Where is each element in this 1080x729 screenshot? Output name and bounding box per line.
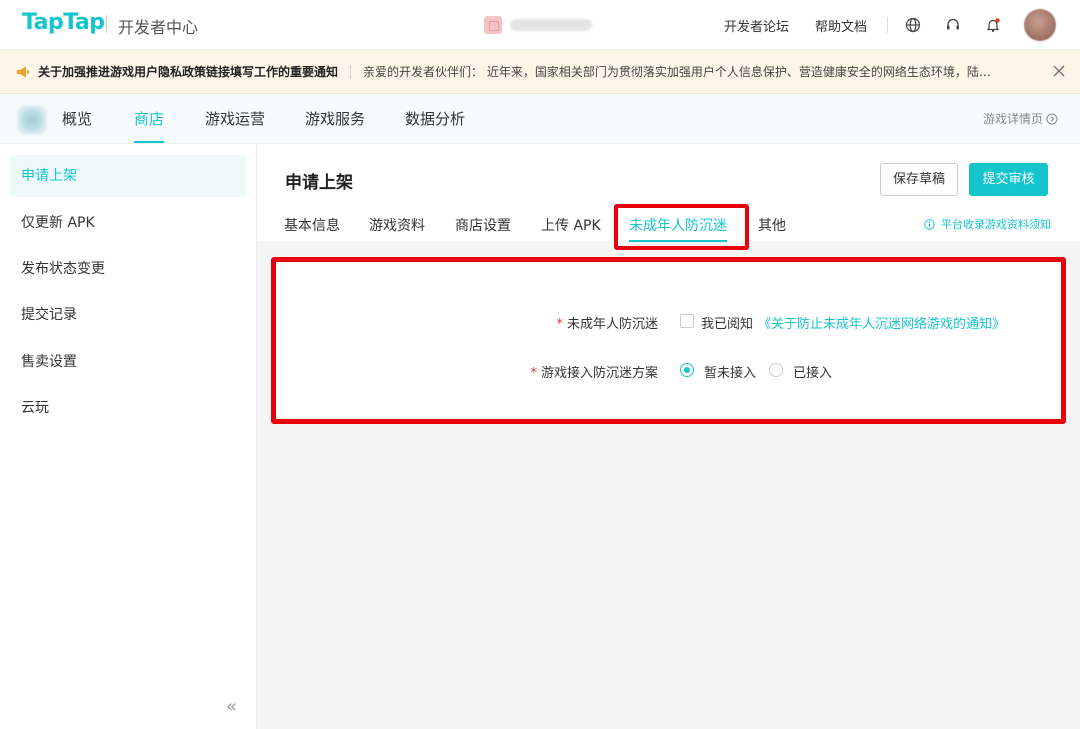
nav-game-services[interactable]: 游戏服务 [305,108,365,129]
developer-forum-link[interactable]: 开发者论坛 [724,16,789,35]
materials-guide-label: 平台收录游戏资料须知 [941,218,1051,231]
collapse-sidebar-icon[interactable]: « [226,696,237,717]
game-switcher[interactable] [484,15,592,35]
sidebar-item-update-apk[interactable]: 仅更新 APK [10,202,246,244]
sidebar-item-cloud-play[interactable]: 云玩 [10,387,246,429]
close-icon[interactable] [1052,64,1066,78]
sidebar-item-submission-records[interactable]: 提交记录 [10,294,246,336]
top-bar: TapTap 开发者中心 开发者论坛 帮助文档 [0,0,1080,50]
anti-addiction-label: * 未成年人防沉迷 [556,313,658,332]
game-detail-label: 游戏详情页 [982,112,1043,126]
developer-center-title: 开发者中心 [118,18,199,37]
announcement-divider [350,64,352,79]
tab-game-materials[interactable]: 游戏资料 [369,215,425,235]
user-avatar[interactable] [1024,9,1056,41]
top-nav-divider [887,17,888,33]
game-app-icon [484,16,502,34]
bell-icon[interactable] [984,16,1002,34]
globe-icon[interactable] [904,16,922,34]
sidebar-item-release-status[interactable]: 发布状态变更 [10,248,246,290]
sidebar: 申请上架 仅更新 APK 发布状态变更 提交记录 售卖设置 云玩 « [0,144,257,729]
radio-integrated[interactable] [769,363,783,377]
logo-divider [106,15,107,33]
tab-basic-info[interactable]: 基本信息 [284,215,340,235]
megaphone-icon [16,65,30,79]
sidebar-item-sales-settings[interactable]: 售卖设置 [10,341,246,383]
anti-addiction-form: * 未成年人防沉迷 我已阅知 《关于防止未成年人沉迷网络游戏的通知》 * 游戏接入防… [271,257,1066,424]
tab-highlight-box [614,204,749,250]
save-draft-button[interactable]: 保存草稿 [880,163,958,196]
game-thumbnail[interactable] [18,106,46,134]
announcement-body[interactable]: 亲爱的开发者伙伴们： 近年来，国家相关部门为贯彻落实加强用户个人信息保护、营造健… [363,63,1019,80]
nav-data-analytics[interactable]: 数据分析 [405,108,465,129]
required-mark: * [530,366,537,381]
radio-not-integrated-label[interactable]: 暂未接入 [704,362,756,381]
arrow-circle-icon [1046,113,1058,124]
content-header: 申请上架 保存草稿 提交审核 基本信息 游戏资料 商店设置 上传 APK 未成年… [257,144,1080,250]
content-area: 申请上架 保存草稿 提交审核 基本信息 游戏资料 商店设置 上传 APK 未成年… [257,144,1080,729]
page-title: 申请上架 [285,173,353,193]
game-name-blurred [510,19,592,31]
radio-not-integrated[interactable] [680,363,694,377]
tab-store-settings[interactable]: 商店设置 [455,215,511,235]
integration-plan-label: * 游戏接入防沉迷方案 [530,362,658,381]
taptap-logo[interactable]: TapTap [22,10,105,35]
announcement-title[interactable]: 关于加强推进游戏用户隐私政策链接填写工作的重要通知 [38,63,338,80]
required-mark: * [556,317,563,332]
acknowledge-checkbox[interactable] [680,314,694,328]
help-docs-link[interactable]: 帮助文档 [815,16,867,35]
form-row-integration-plan: * 游戏接入防沉迷方案 暂未接入 已接入 [276,358,1061,382]
integration-plan-label-text: 游戏接入防沉迷方案 [540,366,658,381]
headset-icon[interactable] [944,16,962,34]
info-icon [924,218,935,230]
nav-game-operations[interactable]: 游戏运营 [205,108,265,129]
top-nav: 开发者论坛 帮助文档 [724,0,1080,50]
nav-overview[interactable]: 概览 [62,108,92,129]
tab-upload-apk[interactable]: 上传 APK [541,215,601,235]
game-detail-link[interactable]: 游戏详情页 [983,110,1058,127]
sidebar-item-apply-listing[interactable]: 申请上架 [10,155,246,197]
materials-guide-link[interactable]: 平台收录游戏资料须知 [924,216,1051,232]
acknowledge-label[interactable]: 我已阅知 [701,313,753,332]
form-row-anti-addiction: * 未成年人防沉迷 我已阅知 《关于防止未成年人沉迷网络游戏的通知》 [276,309,1061,333]
minor-addiction-notice-link[interactable]: 《关于防止未成年人沉迷网络游戏的通知》 [758,313,1005,332]
tab-other[interactable]: 其他 [758,215,786,235]
submit-review-button[interactable]: 提交审核 [969,163,1048,196]
main-nav: 概览 商店 游戏运营 游戏服务 数据分析 游戏详情页 [0,94,1080,144]
nav-store[interactable]: 商店 [134,108,165,143]
radio-integrated-label[interactable]: 已接入 [793,362,832,381]
anti-addiction-label-text: 未成年人防沉迷 [566,317,658,332]
announcement-bar: 关于加强推进游戏用户隐私政策链接填写工作的重要通知 亲爱的开发者伙伴们： 近年来… [0,50,1080,94]
